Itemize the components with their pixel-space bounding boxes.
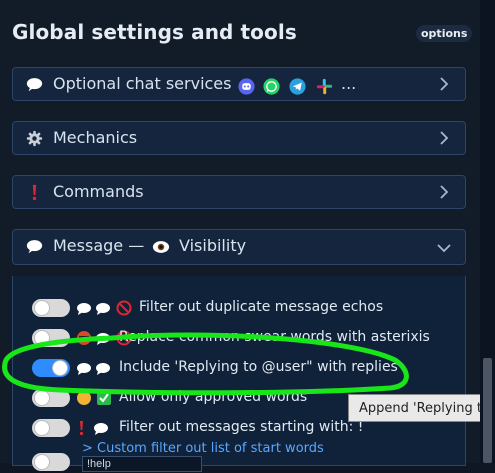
section-commands[interactable]: Commands	[12, 175, 466, 209]
discord-icon[interactable]	[238, 78, 255, 95]
speech-bubble-icon	[26, 240, 43, 254]
setting-label: Include 'Replying to @user" with replies	[119, 359, 398, 375]
setting-row-include-replying: Include 'Replying to @user" with replies	[30, 357, 460, 379]
whatsapp-icon[interactable]	[263, 78, 280, 95]
toggle-switch[interactable]	[32, 329, 70, 347]
approved-glyphs-icon	[77, 391, 111, 405]
section-label: Mechanics	[53, 128, 138, 147]
setting-label: Filter out duplicate message echos	[139, 299, 384, 315]
setting-label: Filter out messages starting with: !	[119, 419, 364, 435]
setting-row-filter-duplicates: Filter out duplicate message echos	[30, 297, 460, 319]
message-glyphs-icon	[77, 363, 110, 375]
section-mechanics[interactable]: Mechanics	[12, 121, 466, 155]
section-label-right: Visibility	[179, 236, 247, 255]
toggle-switch[interactable]	[32, 453, 70, 471]
page-title: Global settings and tools	[12, 20, 297, 44]
setting-label: Replace common swear words with asterixi…	[119, 329, 430, 345]
eye-icon	[152, 241, 170, 253]
setting-label: Allow only approved words	[119, 389, 308, 405]
section-label-left: Message —	[53, 236, 145, 255]
exclamation-icon	[32, 184, 37, 201]
chevron-right-icon[interactable]	[437, 131, 451, 145]
options-button[interactable]: options	[416, 25, 473, 42]
scrollbar-thumb[interactable]	[483, 358, 492, 463]
scrollbar[interactable]	[480, 0, 495, 463]
speech-bubble-icon	[26, 78, 43, 92]
exclamation-message-icon	[79, 421, 108, 436]
toggle-switch[interactable]	[32, 419, 70, 437]
toggle-switch[interactable]	[32, 359, 70, 377]
gear-icon	[26, 130, 43, 147]
tooltip: Append 'Replying to	[348, 394, 495, 422]
section-label: Optional chat services	[53, 74, 232, 93]
chevron-right-icon[interactable]	[437, 185, 451, 199]
settings-panel: Global settings and tools options Option…	[0, 0, 495, 472]
setting-row-swear-words: Replace common swear words with asterixi…	[30, 327, 460, 349]
section-label: Commands	[53, 182, 144, 201]
toggle-switch[interactable]	[32, 299, 70, 317]
message-glyphs-icon	[77, 300, 132, 316]
section-optional-chat-services[interactable]: Optional chat services ...	[12, 67, 466, 101]
slack-icon[interactable]	[316, 78, 333, 95]
chevron-down-icon[interactable]	[437, 241, 451, 255]
telegram-icon[interactable]	[289, 78, 306, 95]
section-message-visibility[interactable]: Message — Visibility	[12, 229, 466, 265]
chevron-right-icon[interactable]	[437, 77, 451, 91]
custom-filter-input[interactable]	[82, 456, 202, 472]
toggle-switch[interactable]	[32, 389, 70, 407]
more-services-ellipsis: ...	[341, 74, 357, 93]
